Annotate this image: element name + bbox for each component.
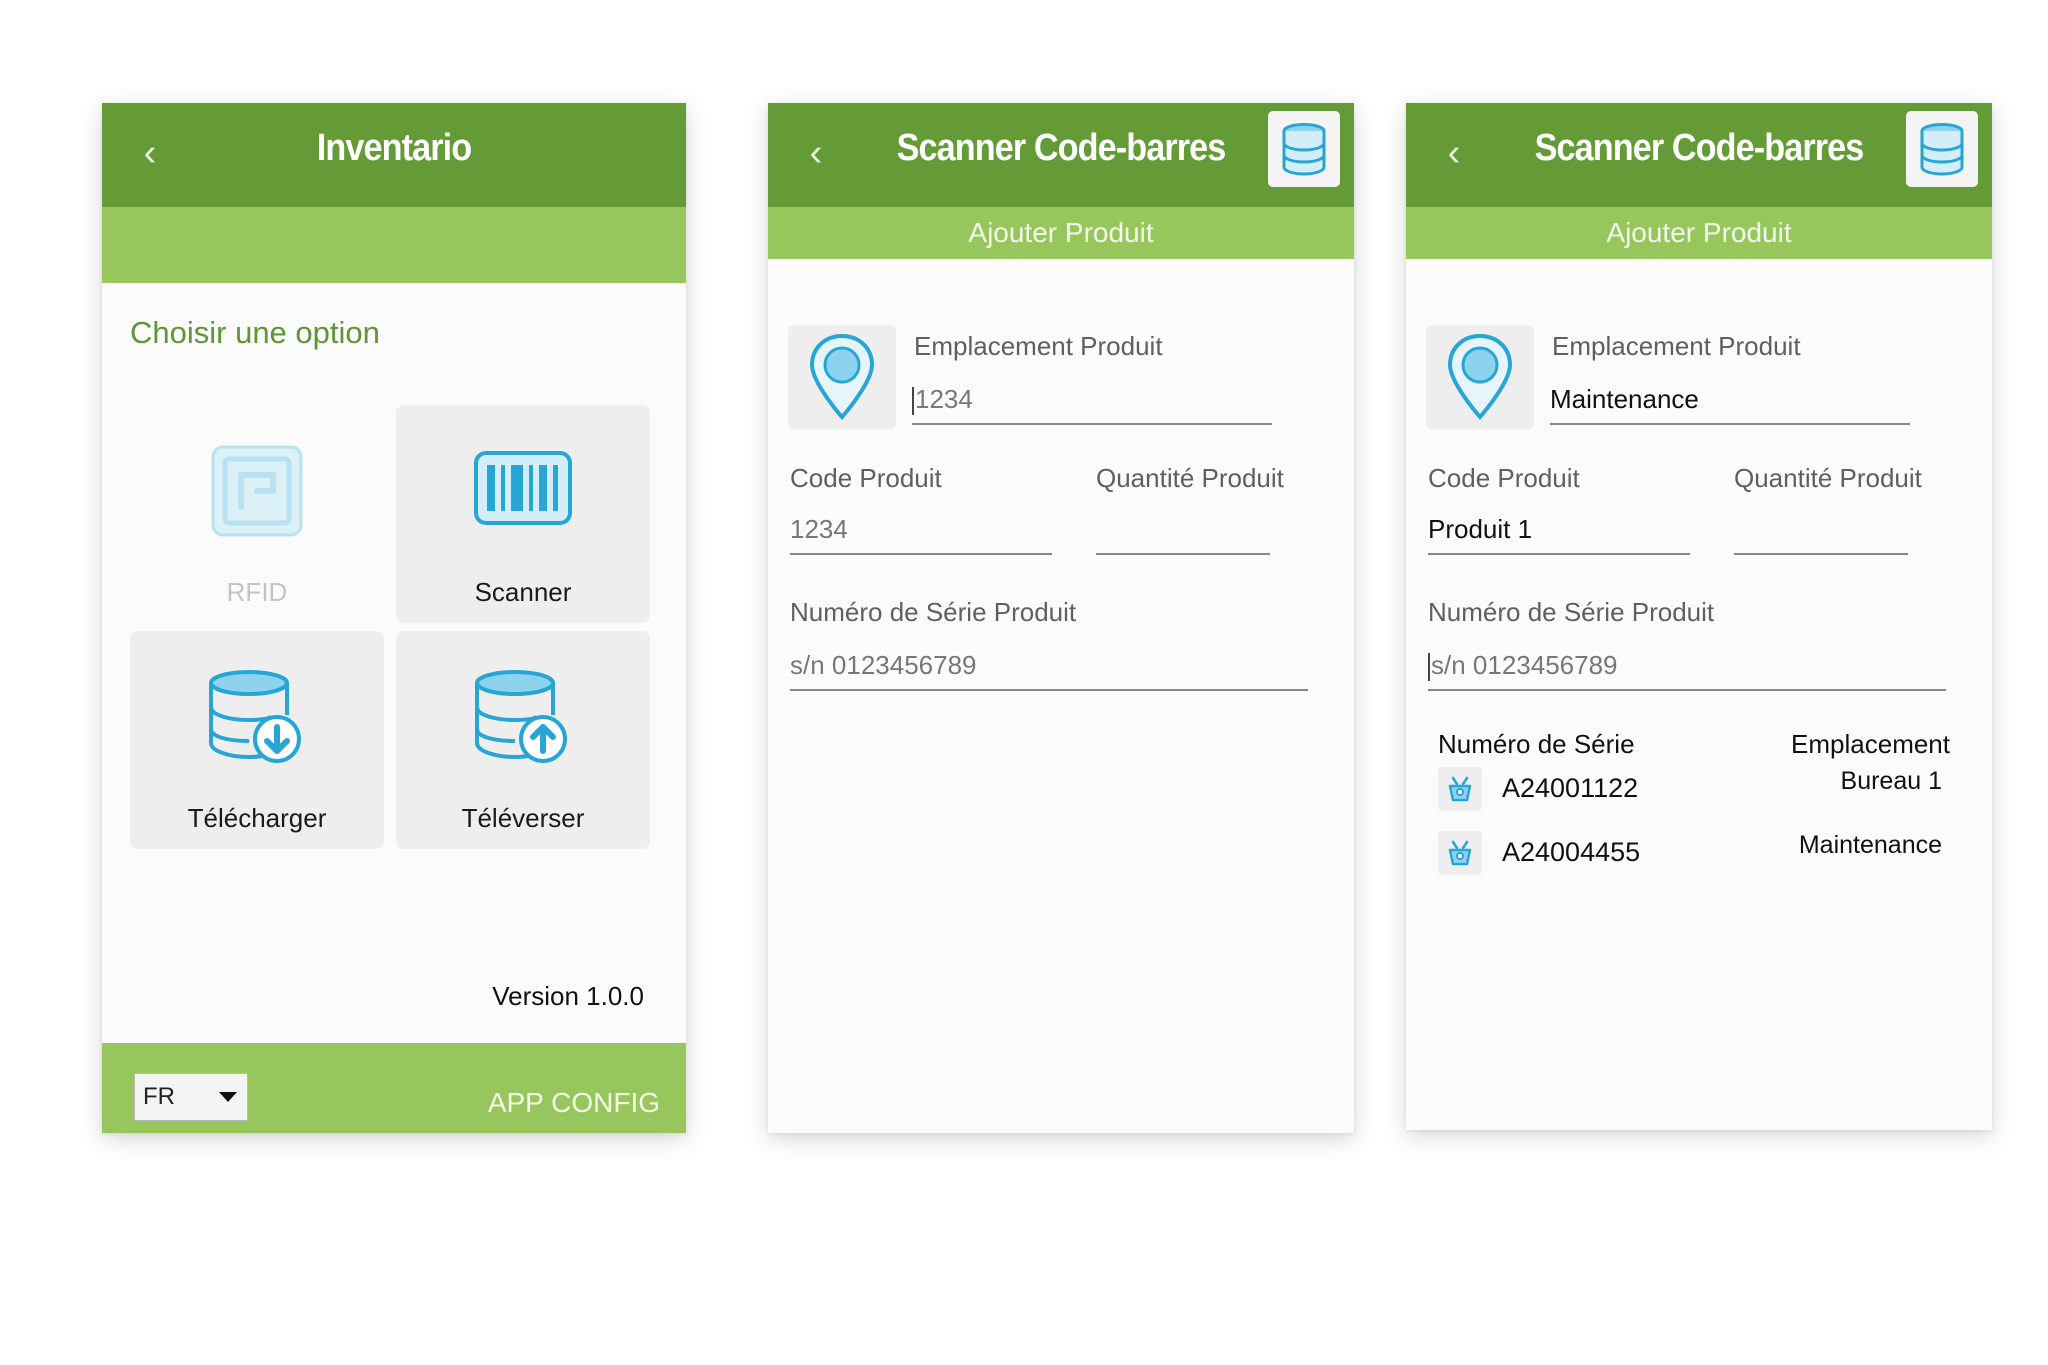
upload-option[interactable]: Téléverser — [396, 631, 650, 849]
screen-title: Scanner Code-barres — [1534, 127, 1865, 169]
app-header: ‹ Scanner Code-barres — [1406, 103, 1992, 207]
rfid-icon — [211, 445, 303, 537]
serial-label: Numéro de Série Produit — [1428, 597, 1715, 627]
location-input[interactable]: Maintenance — [1550, 379, 1910, 425]
row-product-icon[interactable] — [1438, 831, 1482, 875]
row-serial: A24004455 — [1502, 837, 1641, 867]
location-input[interactable]: 1234 — [912, 379, 1272, 425]
add-product-bar: Ajouter Produit — [768, 207, 1354, 259]
row-location: Maintenance — [1798, 831, 1942, 859]
code-value: Produit 1 — [1428, 514, 1533, 544]
quantity-label: Quantité Produit — [1096, 463, 1284, 493]
location-value: 1234 — [915, 384, 973, 414]
database-upload-icon — [475, 670, 567, 763]
code-input[interactable]: 1234 — [790, 509, 1052, 555]
download-label: Télécharger — [187, 803, 327, 833]
download-option[interactable]: Télécharger — [130, 631, 384, 849]
version-text: Version 1.0.0 — [492, 981, 644, 1011]
product-icon — [1448, 776, 1472, 802]
code-label: Code Produit — [1428, 463, 1580, 493]
upload-label: Téléverser — [461, 803, 585, 833]
row-serial: A24001122 — [1502, 773, 1639, 803]
app-header: ‹ Inventario — [102, 103, 686, 207]
quantity-input[interactable] — [1096, 509, 1270, 555]
app-config-button[interactable]: APP CONFIG — [488, 1087, 660, 1119]
serial-column-header: Numéro de Série — [1438, 729, 1635, 759]
database-button[interactable] — [1268, 111, 1340, 187]
product-icon — [1448, 840, 1472, 866]
code-label: Code Produit — [790, 463, 942, 493]
code-value: 1234 — [790, 514, 848, 544]
app-header: ‹ Scanner Code-barres — [768, 103, 1354, 207]
screen-title: Inventario — [316, 127, 472, 169]
database-icon — [1920, 123, 1964, 176]
rfid-option[interactable]: RFID — [130, 405, 384, 623]
row-location: Bureau 1 — [1840, 767, 1942, 795]
text-caret — [912, 387, 914, 416]
code-input[interactable]: Produit 1 — [1428, 509, 1690, 555]
dropdown-arrow-icon — [219, 1092, 237, 1102]
quantity-input[interactable] — [1734, 509, 1908, 555]
scanner-option[interactable]: Scanner — [396, 405, 650, 623]
serial-input[interactable]: s/n 0123456789 — [790, 645, 1308, 691]
footer-bar: FR APP CONFIG — [102, 1043, 686, 1133]
serial-placeholder: s/n 0123456789 — [790, 650, 977, 680]
serial-placeholder: s/n 0123456789 — [1431, 650, 1618, 680]
inventario-screen: ‹ Inventario Choisir une option RFID Sca… — [102, 103, 686, 1133]
scanner-screen-empty: ‹ Scanner Code-barres Ajouter Produit Em… — [768, 103, 1354, 1133]
row-product-icon[interactable] — [1438, 767, 1482, 811]
scanner-screen-filled: ‹ Scanner Code-barres Ajouter Produit Em… — [1406, 103, 1992, 1130]
quantity-label: Quantité Produit — [1734, 463, 1922, 493]
text-caret — [1428, 653, 1430, 682]
barcode-icon — [474, 451, 572, 525]
location-column-header: Emplacement — [1791, 729, 1950, 759]
location-pin-icon — [809, 333, 875, 421]
location-pin-button[interactable] — [1426, 325, 1534, 429]
scanner-label: Scanner — [474, 577, 572, 607]
choose-option-prompt: Choisir une option — [130, 315, 380, 350]
language-value: FR — [143, 1083, 175, 1110]
location-value: Maintenance — [1550, 384, 1699, 414]
location-label: Emplacement Produit — [914, 331, 1163, 361]
location-label: Emplacement Produit — [1552, 331, 1801, 361]
language-select[interactable]: FR — [134, 1073, 248, 1121]
database-button[interactable] — [1906, 111, 1978, 187]
screen-title: Scanner Code-barres — [896, 127, 1227, 169]
serial-input[interactable]: s/n 0123456789 — [1428, 645, 1946, 691]
rfid-label: RFID — [226, 577, 288, 607]
location-pin-icon — [1447, 333, 1513, 421]
location-pin-button[interactable] — [788, 325, 896, 429]
add-product-bar: Ajouter Produit — [1406, 207, 1992, 259]
database-icon — [1282, 123, 1326, 176]
serial-label: Numéro de Série Produit — [790, 597, 1077, 627]
database-download-icon — [209, 670, 301, 763]
subheader-bar — [102, 207, 686, 283]
